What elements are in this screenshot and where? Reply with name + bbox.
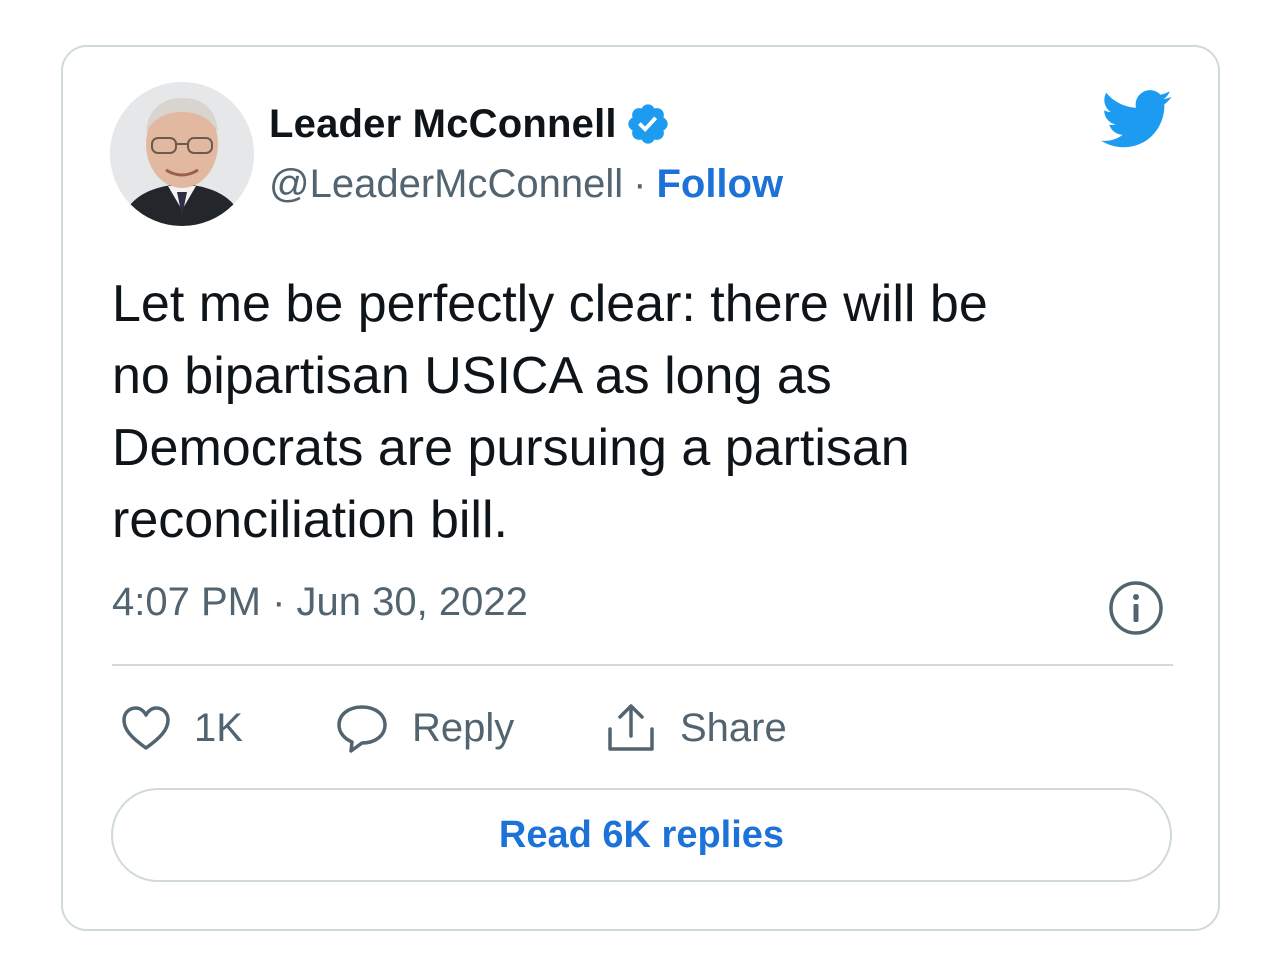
like-count: 1K	[194, 705, 243, 750]
info-icon[interactable]	[1108, 580, 1164, 636]
reply-button[interactable]: Reply	[334, 700, 514, 756]
separator-dot: ·	[633, 161, 647, 206]
heart-icon	[122, 706, 170, 750]
speech-bubble-icon	[337, 705, 387, 753]
reply-label: Reply	[412, 705, 515, 750]
share-upload-icon	[608, 704, 654, 751]
avatar[interactable]	[110, 82, 254, 226]
like-button[interactable]: 1K	[120, 700, 243, 756]
author-handle[interactable]: @LeaderMcConnell	[269, 162, 623, 207]
author-handle-row: @LeaderMcConnell · Follow	[269, 160, 783, 208]
twitter-bird-icon[interactable]	[1101, 90, 1173, 148]
share-label: Share	[680, 705, 787, 750]
read-replies-button[interactable]: Read 6K replies	[111, 788, 1172, 882]
follow-button[interactable]: Follow	[656, 162, 783, 207]
divider	[112, 664, 1173, 666]
verified-badge-icon	[628, 104, 668, 144]
author-display-name[interactable]: Leader McConnell	[269, 102, 617, 147]
avatar-photo	[110, 82, 254, 226]
tweet-timestamp[interactable]: 4:07 PM · Jun 30, 2022	[112, 580, 528, 625]
tweet-text: Let me be perfectly clear: there will be…	[112, 275, 988, 549]
share-button[interactable]: Share	[604, 700, 787, 756]
author-name-row[interactable]: Leader McConnell	[269, 99, 671, 149]
read-replies-label: Read 6K replies	[498, 813, 785, 856]
